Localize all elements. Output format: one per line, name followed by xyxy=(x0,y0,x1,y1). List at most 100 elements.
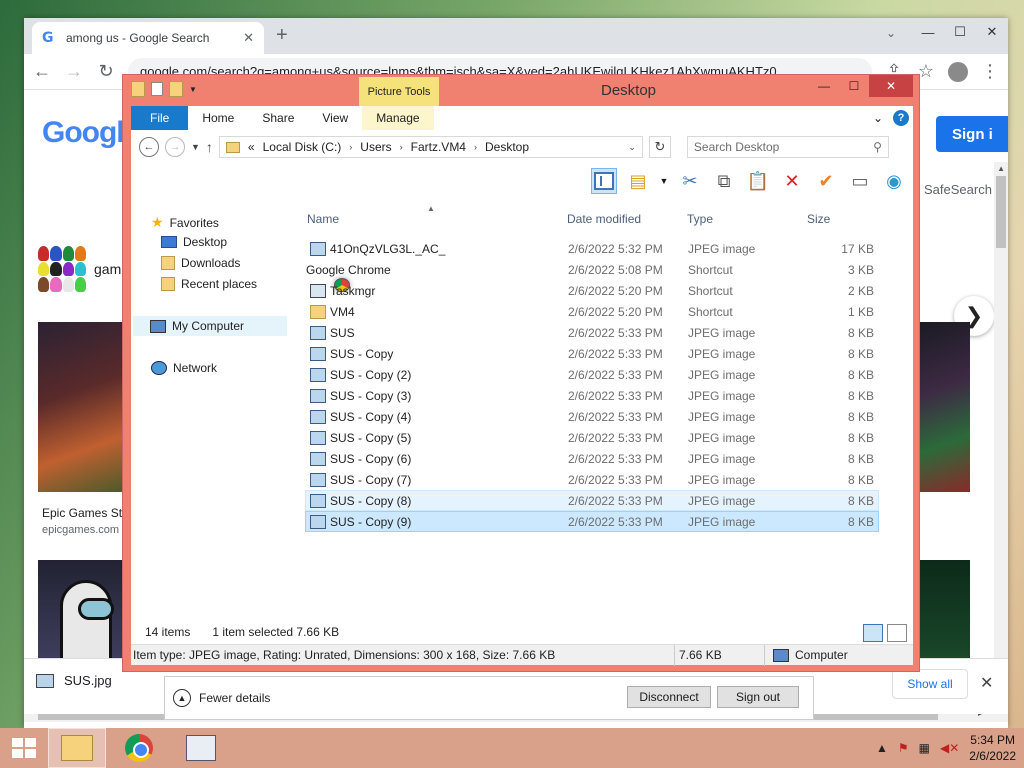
help-icon[interactable]: ? xyxy=(893,110,909,126)
breadcrumb-separator-icon[interactable]: › xyxy=(400,142,403,152)
maximize-button[interactable]: ☐ xyxy=(839,75,869,97)
taskbar-task-manager[interactable] xyxy=(172,728,230,768)
volume-muted-icon[interactable]: ◀✕ xyxy=(940,741,959,755)
globe-icon[interactable]: ◉ xyxy=(881,168,907,194)
forward-button[interactable]: → xyxy=(165,137,185,157)
file-row[interactable]: 41OnQzVLG3L._AC_ 2/6/2022 5:32 PM JPEG ima… xyxy=(305,238,879,259)
clock[interactable]: 5:34 PM 2/6/2022 xyxy=(969,732,1016,764)
file-row[interactable]: VM4 2/6/2022 5:20 PM Shortcut 1 KB xyxy=(305,301,879,322)
taskbar-chrome[interactable] xyxy=(110,728,168,768)
file-row[interactable]: SUS - Copy (2) 2/6/2022 5:33 PM JPEG image… xyxy=(305,364,879,385)
tab-manage[interactable]: Manage xyxy=(362,106,434,130)
paste-icon[interactable]: 📋 xyxy=(745,168,771,194)
nav-item-desktop[interactable]: Desktop xyxy=(161,235,227,249)
file-row[interactable]: SUS - Copy 2/6/2022 5:33 PM JPEG image 8 KB xyxy=(305,343,879,364)
column-header-size[interactable]: Size xyxy=(807,206,877,232)
breadcrumb-desktop[interactable]: Desktop xyxy=(485,140,529,154)
download-item[interactable]: SUS.jpg xyxy=(36,673,112,688)
address-dropdown-icon[interactable]: ⌄ xyxy=(628,142,636,153)
file-row[interactable]: SUS - Copy (8) 2/6/2022 5:33 PM JPEG image… xyxy=(305,490,879,511)
breadcrumb-user-folder[interactable]: Fartz.VM4 xyxy=(411,140,466,154)
file-row[interactable]: SUS - Copy (6) 2/6/2022 5:33 PM JPEG image… xyxy=(305,448,879,469)
nav-item-downloads[interactable]: Downloads xyxy=(161,256,240,270)
new-tab-button[interactable]: + xyxy=(276,24,288,47)
back-button[interactable]: ← xyxy=(139,137,159,157)
reload-button[interactable]: ↻ xyxy=(96,61,116,82)
file-row[interactable]: SUS - Copy (3) 2/6/2022 5:33 PM JPEG image… xyxy=(305,385,879,406)
tab-home[interactable]: Home xyxy=(188,106,248,130)
nav-item-recent-places[interactable]: Recent places xyxy=(161,277,257,291)
tab-close-icon[interactable]: ✕ xyxy=(243,30,254,46)
recent-locations-dropdown-icon[interactable]: ▼ xyxy=(191,142,200,152)
sign-in-button[interactable]: Sign i xyxy=(936,116,1008,152)
address-bar[interactable]: « Local Disk (C:) › Users › Fartz.VM4 › … xyxy=(218,136,643,158)
cut-icon[interactable]: ✂ xyxy=(677,168,703,194)
show-all-button[interactable]: Show all xyxy=(892,669,968,699)
refresh-icon[interactable]: ↻ xyxy=(648,136,671,158)
related-search-chip[interactable]: gam xyxy=(38,246,121,292)
file-row[interactable]: Taskmgr 2/6/2022 5:20 PM Shortcut 2 KB xyxy=(305,280,879,301)
network-status-icon[interactable]: ▦ xyxy=(919,741,930,755)
breadcrumb-separator-icon[interactable]: › xyxy=(349,142,352,152)
qat-dropdown-icon[interactable]: ▼ xyxy=(189,85,197,94)
breadcrumb-separator-icon[interactable]: › xyxy=(474,142,477,152)
file-row[interactable]: SUS - Copy (7) 2/6/2022 5:33 PM JPEG image… xyxy=(305,469,879,490)
column-header-date[interactable]: Date modified xyxy=(567,206,683,232)
show-hidden-icons-icon[interactable]: ▲ xyxy=(876,741,888,755)
chrome-tab[interactable]: G among us - Google Search ✕ xyxy=(32,22,264,54)
breadcrumb-overflow[interactable]: « xyxy=(248,140,255,154)
tab-file[interactable]: File xyxy=(131,106,189,130)
nav-item-network[interactable]: Network xyxy=(151,361,217,375)
file-row[interactable]: Google Chrome 2/6/2022 5:08 PM Shortcut 3 K… xyxy=(305,259,879,292)
properties-check-icon[interactable]: ▤ xyxy=(625,168,651,194)
google-logo[interactable]: Googl xyxy=(42,116,125,150)
sign-out-button[interactable]: Sign out xyxy=(717,686,799,708)
close-button[interactable]: ✕ xyxy=(976,18,1008,46)
tab-search-icon[interactable]: ⌄ xyxy=(886,26,896,40)
image-result[interactable] xyxy=(914,322,970,492)
copy-icon[interactable]: ⧉ xyxy=(711,168,737,194)
maximize-button[interactable]: ☐ xyxy=(944,18,976,46)
safesearch-link[interactable]: SafeSearch xyxy=(924,182,992,197)
preview-pane-button[interactable] xyxy=(591,168,617,194)
download-bar-close-icon[interactable]: ✕ xyxy=(980,673,993,693)
up-one-level-button[interactable]: ↑ xyxy=(206,139,213,155)
delete-icon[interactable]: ✕ xyxy=(779,168,805,194)
scroll-up-arrow-icon[interactable]: ▲ xyxy=(997,164,1005,173)
close-button[interactable]: ✕ xyxy=(869,75,913,97)
back-button[interactable]: ← xyxy=(32,61,52,82)
dropdown-arrow-icon[interactable]: ▼ xyxy=(659,168,669,194)
action-center-flag-icon[interactable]: ⚑ xyxy=(898,741,909,755)
nav-item-my-computer[interactable]: My Computer xyxy=(133,316,287,336)
taskbar-explorer[interactable] xyxy=(48,728,106,768)
new-folder-icon[interactable] xyxy=(169,81,183,97)
details-view-icon[interactable] xyxy=(863,624,883,642)
tab-share[interactable]: Share xyxy=(248,106,308,130)
nav-item-favorites[interactable]: ★ Favorites xyxy=(151,214,219,231)
tab-view[interactable]: View xyxy=(308,106,362,130)
file-row[interactable]: SUS - Copy (4) 2/6/2022 5:33 PM JPEG image… xyxy=(305,406,879,427)
file-row[interactable]: SUS - Copy (5) 2/6/2022 5:33 PM JPEG image… xyxy=(305,427,879,448)
breadcrumb-users[interactable]: Users xyxy=(360,140,391,154)
chrome-menu-icon[interactable]: ⋮ xyxy=(980,61,1000,82)
breadcrumb-local-disk[interactable]: Local Disk (C:) xyxy=(263,140,342,154)
minimize-button[interactable]: — xyxy=(809,75,839,97)
column-header-type[interactable]: Type xyxy=(687,206,803,232)
file-row[interactable]: SUS 2/6/2022 5:33 PM JPEG image 8 KB xyxy=(305,322,879,343)
fewer-details-toggle[interactable]: ▲ Fewer details xyxy=(173,689,270,707)
minimize-button[interactable]: — xyxy=(912,18,944,46)
rename-icon[interactable]: ▭ xyxy=(847,168,873,194)
search-input[interactable]: Search Desktop ⚲ xyxy=(686,136,889,158)
forward-button[interactable]: → xyxy=(64,61,84,82)
column-header-name[interactable]: Name ▲ xyxy=(307,204,565,232)
ribbon-expand-icon[interactable]: ⌄ xyxy=(873,111,883,125)
file-row[interactable]: SUS - Copy (9) 2/6/2022 5:33 PM JPEG image… xyxy=(305,511,879,532)
profile-avatar[interactable] xyxy=(948,61,968,82)
large-icons-view-icon[interactable] xyxy=(887,624,907,642)
checkmark-icon[interactable]: ✔ xyxy=(813,168,839,194)
properties-icon[interactable] xyxy=(151,82,163,96)
explorer-titlebar[interactable]: ▼ Picture Tools Desktop — ☐ ✕ xyxy=(123,75,919,107)
disconnect-button[interactable]: Disconnect xyxy=(627,686,711,708)
start-button[interactable] xyxy=(0,728,48,768)
result-title[interactable]: Epic Games St xyxy=(42,506,122,520)
